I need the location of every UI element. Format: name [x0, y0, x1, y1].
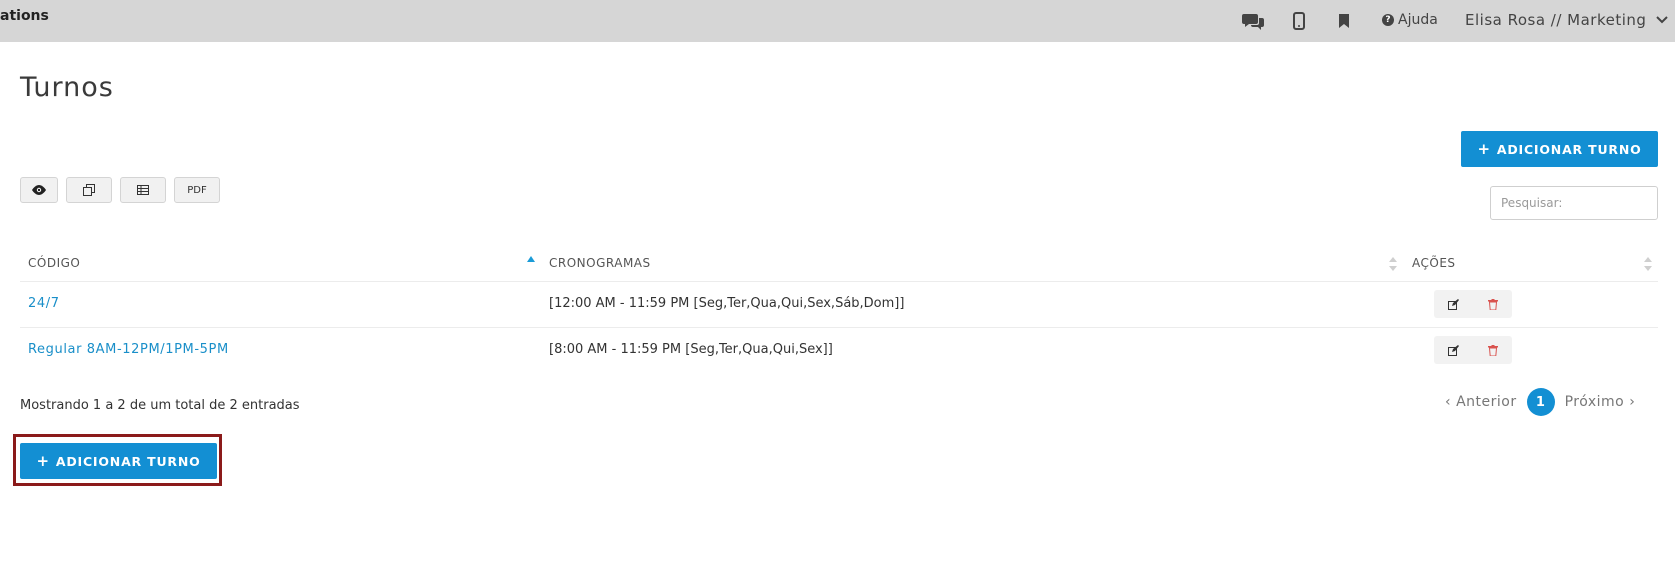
- top-navbar: ations ? Ajuda Elisa Rosa // Marketing: [0, 0, 1675, 42]
- sort-icon[interactable]: [1644, 257, 1652, 271]
- edit-button[interactable]: [1434, 336, 1473, 364]
- row-actions: [1434, 336, 1512, 364]
- copy-button[interactable]: [66, 177, 112, 203]
- column-header-schedules[interactable]: CRONOGRAMAS: [549, 256, 651, 270]
- add-shift-button-top[interactable]: + ADICIONAR TURNO: [1461, 131, 1658, 167]
- chevron-down-icon: [1656, 16, 1669, 24]
- pagination: ‹ Anterior 1 Próximo ›: [1445, 388, 1635, 416]
- copy-icon: [83, 184, 95, 196]
- row-actions: [1434, 290, 1512, 318]
- table-info: Mostrando 1 a 2 de um total de 2 entrada…: [20, 398, 300, 413]
- chat-icon[interactable]: [1242, 10, 1264, 32]
- edit-icon: [1448, 298, 1459, 310]
- page-title: Turnos: [20, 72, 114, 103]
- trash-icon: [1487, 298, 1498, 310]
- delete-button[interactable]: [1473, 290, 1512, 318]
- add-shift-label: ADICIONAR TURNO: [1496, 141, 1642, 157]
- mobile-icon[interactable]: [1288, 10, 1310, 32]
- user-menu[interactable]: Elisa Rosa // Marketing: [1465, 11, 1669, 29]
- edit-icon: [1448, 344, 1459, 356]
- user-label: Elisa Rosa // Marketing: [1465, 11, 1647, 29]
- delete-button[interactable]: [1473, 336, 1512, 364]
- sort-ascending-icon[interactable]: [527, 256, 535, 262]
- column-visibility-button[interactable]: [20, 177, 58, 203]
- question-icon: ?: [1382, 14, 1394, 26]
- app-brand[interactable]: ations: [0, 8, 49, 24]
- help-label: Ajuda: [1398, 12, 1438, 28]
- next-page-link[interactable]: Próximo ›: [1565, 394, 1636, 410]
- previous-label: Anterior: [1456, 394, 1517, 410]
- table-row-code-link[interactable]: Regular 8AM-12PM/1PM-5PM: [28, 342, 229, 357]
- table-icon: [137, 185, 149, 195]
- bookmark-icon[interactable]: [1333, 10, 1355, 32]
- export-toolbar: PDF: [20, 177, 220, 203]
- previous-page-link[interactable]: ‹ Anterior: [1445, 394, 1517, 410]
- table-row-schedule: [12:00 AM - 11:59 PM [Seg,Ter,Qua,Qui,Se…: [549, 296, 905, 311]
- column-header-actions[interactable]: AÇÕES: [1412, 256, 1456, 270]
- sort-icon[interactable]: [1389, 257, 1397, 271]
- eye-icon: [32, 185, 46, 195]
- plus-icon: +: [36, 452, 50, 470]
- plus-icon: +: [1477, 140, 1491, 158]
- spreadsheet-button[interactable]: [120, 177, 166, 203]
- help-link[interactable]: ? Ajuda: [1382, 12, 1438, 28]
- search-input[interactable]: [1490, 186, 1658, 220]
- add-shift-button-bottom[interactable]: + ADICIONAR TURNO: [20, 443, 217, 479]
- edit-button[interactable]: [1434, 290, 1473, 318]
- add-shift-label: ADICIONAR TURNO: [55, 453, 201, 469]
- current-page-button[interactable]: 1: [1526, 388, 1555, 416]
- column-header-code[interactable]: CÓDIGO: [28, 256, 80, 270]
- table-row-schedule: [8:00 AM - 11:59 PM [Seg,Ter,Qua,Qui,Sex…: [549, 342, 833, 357]
- header-divider: [20, 281, 1658, 282]
- table-row-code-link[interactable]: 24/7: [28, 296, 60, 311]
- trash-icon: [1487, 344, 1498, 356]
- pdf-button[interactable]: PDF: [174, 177, 220, 203]
- row-divider: [20, 327, 1658, 328]
- next-label: Próximo: [1564, 394, 1625, 410]
